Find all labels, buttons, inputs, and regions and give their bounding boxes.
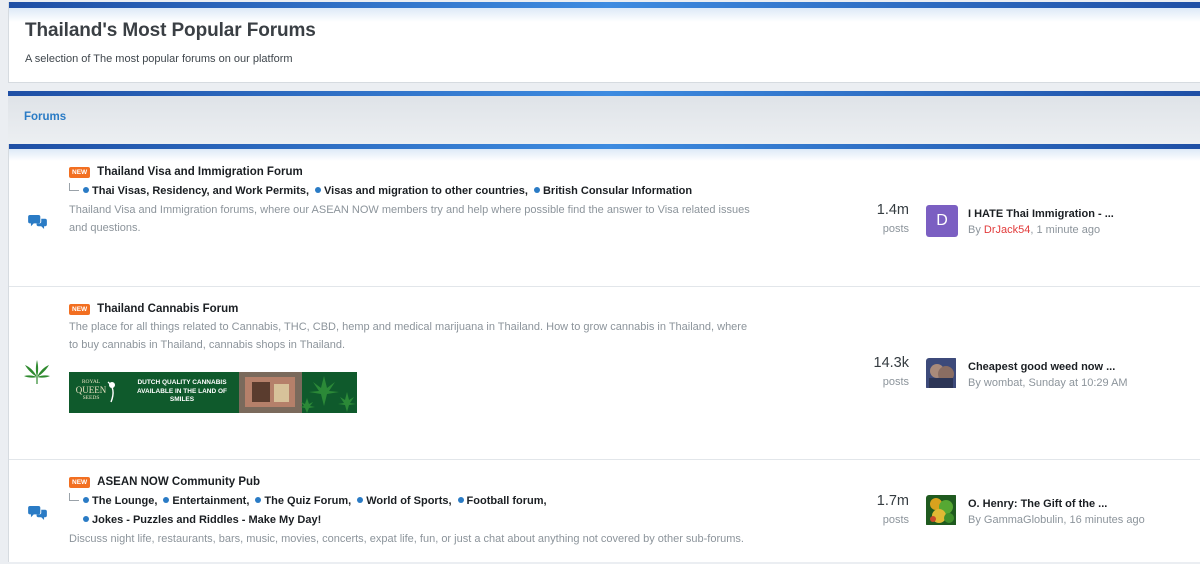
subforum-thai-visas[interactable]: Thai Visas, Residency, and Work Permits, xyxy=(83,185,309,197)
forum-title-pub[interactable]: ASEAN NOW Community Pub xyxy=(97,476,260,488)
latest-post-user[interactable]: DrJack54 xyxy=(984,224,1030,236)
forum-title-cannabis[interactable]: Thailand Cannabis Forum xyxy=(97,303,238,315)
post-count: 1.7m xyxy=(876,493,909,509)
forum-row-cannabis: NEW Thailand Cannabis Forum The place fo… xyxy=(9,287,1200,460)
subforum-list: Thai Visas, Residency, and Work Permits,… xyxy=(69,182,829,201)
chat-bubbles-icon xyxy=(27,502,47,522)
subforum-british-consular[interactable]: British Consular Information xyxy=(533,185,692,197)
banner-text: DUTCH QUALITY CANNABIS AVAILABLE IN THE … xyxy=(136,379,228,403)
post-count: 1.4m xyxy=(876,202,909,218)
forum-stats: 1.4m posts xyxy=(849,201,909,237)
post-count-label: posts xyxy=(882,514,909,526)
latest-post: Cheapest good weed now ... By wombat, Su… xyxy=(926,357,1128,391)
subforum-football[interactable]: Football forum, xyxy=(457,495,547,507)
new-badge: NEW xyxy=(69,303,91,315)
latest-post-title[interactable]: O. Henry: The Gift of the ... xyxy=(968,498,1107,510)
forum-description: Thailand Visa and Immigration forums, wh… xyxy=(69,204,750,234)
forum-row-visa: NEW Thailand Visa and Immigration Forum … xyxy=(9,149,1200,287)
subforum-jokes[interactable]: Jokes - Puzzles and Riddles - Make My Da… xyxy=(83,514,321,526)
latest-post: D I HATE Thai Immigration - ... By DrJac… xyxy=(926,204,1114,238)
section-header: Forums xyxy=(8,96,1200,144)
post-count-label: posts xyxy=(882,223,909,235)
subforum-sports[interactable]: World of Sports, xyxy=(357,495,452,507)
page-title: Thailand's Most Popular Forums xyxy=(25,20,316,41)
latest-post-meta: By DrJack54, 1 minute ago xyxy=(968,224,1101,236)
forum-row-pub: NEW ASEAN NOW Community Pub The Lounge, E… xyxy=(9,460,1200,562)
avatar[interactable] xyxy=(926,495,958,527)
advertisement-banner[interactable]: ROYAL QUEEN SEEDS DUTCH QUALITY CANNABIS… xyxy=(69,372,357,413)
page-header: Thailand's Most Popular Forums A selecti… xyxy=(8,2,1200,83)
forum-description: The place for all things related to Cann… xyxy=(69,321,748,351)
forum-list: NEW Thailand Visa and Immigration Forum … xyxy=(8,144,1200,562)
forum-title-visa[interactable]: Thailand Visa and Immigration Forum xyxy=(97,166,303,178)
latest-post-meta: By wombat, Sunday at 10:29 AM xyxy=(968,377,1128,389)
post-count: 14.3k xyxy=(873,355,909,371)
forum-description: Discuss night life, restaurants, bars, m… xyxy=(69,533,744,545)
avatar[interactable] xyxy=(926,358,958,390)
avatar[interactable]: D xyxy=(926,205,958,237)
chat-bubbles-icon xyxy=(27,211,47,231)
forum-stats: 14.3k posts xyxy=(849,354,909,390)
subforum-lounge[interactable]: The Lounge, xyxy=(83,495,157,507)
latest-post-title[interactable]: I HATE Thai Immigration - ... xyxy=(968,208,1114,220)
latest-post-title[interactable]: Cheapest good weed now ... xyxy=(968,361,1115,373)
latest-post-meta: By GammaGlobulin, 16 minutes ago xyxy=(968,514,1145,526)
tree-connector xyxy=(69,183,79,191)
subforum-list: The Lounge, Entertainment, The Quiz Forum,… xyxy=(69,492,829,530)
subforum-quiz[interactable]: The Quiz Forum, xyxy=(255,495,351,507)
section-title-forums[interactable]: Forums xyxy=(24,111,66,123)
cannabis-leaf-icon xyxy=(23,358,51,386)
banner-brand: ROYAL QUEEN SEEDS xyxy=(75,379,107,401)
new-badge: NEW xyxy=(69,166,91,178)
post-count-label: posts xyxy=(882,376,909,388)
latest-post: O. Henry: The Gift of the ... By GammaGl… xyxy=(926,494,1145,528)
subforum-entertainment[interactable]: Entertainment, xyxy=(163,495,249,507)
tree-connector xyxy=(69,493,79,501)
subforum-visas-migration[interactable]: Visas and migration to other countries, xyxy=(315,185,528,197)
forum-stats: 1.7m posts xyxy=(849,492,909,528)
page-description: A selection of The most popular forums o… xyxy=(25,53,293,65)
new-badge: NEW xyxy=(69,476,91,488)
